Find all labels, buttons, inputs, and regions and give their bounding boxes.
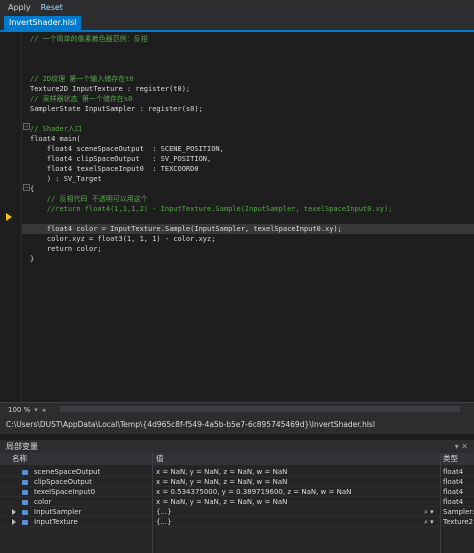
variable-value[interactable]: {...} [156, 517, 440, 527]
variable-name: sceneSpaceOutput [34, 468, 101, 476]
variable-type: float4 [443, 488, 464, 496]
code-area[interactable]: // 一个简单的像素着色器范例：反相 // 2D纹理 第一个输入储存在t0 Text… [22, 32, 474, 402]
locals-column-header: 名称 值 类型 [0, 453, 474, 465]
tab-invertshader[interactable]: InvertShader.hlsl [4, 16, 82, 30]
locals-row[interactable]: clipSpaceOutput x = NaN, y = NaN, z = NaN… [0, 477, 474, 487]
col-name[interactable]: 名称 [12, 453, 27, 465]
code-line[interactable] [22, 114, 30, 124]
apply-button[interactable]: Apply [8, 3, 31, 12]
variable-value[interactable]: x = NaN, y = NaN, z = NaN, w = NaN [156, 477, 440, 487]
variable-icon [22, 470, 28, 475]
variable-type: float4 [443, 498, 464, 506]
variable-name: InputSampler [34, 508, 82, 516]
code-line[interactable]: float4 texelSpaceInput0 : TEXCOORD0 [22, 164, 199, 174]
locals-panel-header: 局部变量 ▾ ✕ [0, 440, 474, 453]
code-line[interactable]: // 一个简单的像素着色器范例：反相 [22, 34, 148, 44]
variable-name: color [34, 498, 52, 506]
horizontal-scrollbar[interactable] [60, 406, 460, 412]
code-line[interactable] [22, 214, 30, 224]
code-line[interactable]: Texture2D InputTexture : register(t0); [22, 84, 190, 94]
variable-type: Sampler: [443, 508, 474, 516]
toolbar: Apply Reset [0, 0, 474, 14]
expand-arrow-icon[interactable] [12, 519, 16, 525]
zoom-level[interactable]: 100 % [8, 406, 30, 414]
variable-type: Texture2 [443, 518, 474, 526]
variable-value[interactable]: x = NaN, y = NaN, z = NaN, w = NaN [156, 497, 440, 507]
code-line[interactable]: { [22, 184, 34, 194]
current-line-arrow-icon [6, 213, 12, 221]
code-editor[interactable]: − − // 一个简单的像素着色器范例：反相// 2D纹理 第一个输入储存在t0… [0, 32, 474, 402]
col-type[interactable]: 类型 [443, 453, 458, 465]
panel-controls-icon[interactable]: ▾ ✕ [455, 440, 468, 453]
variable-icon [22, 480, 28, 485]
variable-name: clipSpaceOutput [34, 478, 92, 486]
tab-strip: InvertShader.hlsl [0, 14, 474, 32]
reset-button[interactable]: Reset [41, 3, 63, 12]
code-line[interactable]: ) : SV_Target [22, 174, 102, 184]
visualizer-icon[interactable]: ⌕ ▾ [424, 507, 434, 517]
code-line[interactable]: // Shader入口 [22, 124, 82, 134]
variable-icon [22, 510, 28, 515]
code-line[interactable]: float4 sceneSpaceOutput : SCENE_POSITION… [22, 144, 224, 154]
code-line[interactable]: float4 main( [22, 134, 81, 144]
code-line[interactable]: float4 clipSpaceOutput : SV_POSITION, [22, 154, 211, 164]
code-line[interactable]: // 2D纹理 第一个输入储存在t0 [22, 74, 134, 84]
locals-row[interactable]: InputSampler {...} ⌕ ▾ Sampler: [0, 507, 474, 517]
variable-value[interactable]: {...} [156, 507, 440, 517]
variable-type: float4 [443, 478, 464, 486]
chevron-down-icon[interactable]: ▾ [34, 406, 38, 414]
code-line[interactable]: // 采样器状态 第一个储存在s0 [22, 94, 132, 104]
code-line[interactable]: //return float4(1,1,1,2) - InputTexture.… [22, 204, 393, 214]
code-line[interactable]: // 反相代码 不透明可以用这个 [22, 194, 148, 204]
code-line[interactable] [22, 54, 30, 64]
locals-title: 局部变量 [6, 442, 38, 451]
code-line[interactable]: color.xyz = float3(1, 1, 1) - color.xyz; [22, 234, 216, 244]
col-value[interactable]: 值 [156, 453, 164, 465]
locals-row[interactable]: sceneSpaceOutput x = NaN, y = NaN, z = Na… [0, 467, 474, 477]
variable-value[interactable]: x = 0.534375000, y = 0.389719600, z = Na… [156, 487, 440, 497]
locals-row[interactable]: texelSpaceInput0 x = 0.534375000, y = 0.3… [0, 487, 474, 497]
locals-row[interactable]: color x = NaN, y = NaN, z = NaN, w = NaN f… [0, 497, 474, 507]
visualizer-icon[interactable]: ⌕ ▾ [424, 517, 434, 527]
editor-gutter[interactable] [0, 32, 22, 402]
expand-arrow-icon[interactable] [12, 509, 16, 515]
file-path: C:\Users\DUST\AppData\Local\Temp\{4d965c… [0, 416, 474, 434]
variable-icon [22, 490, 28, 495]
code-line[interactable]: SamplerState InputSampler : register(s0)… [22, 104, 203, 114]
locals-row[interactable]: InputTexture {...} ⌕ ▾ Texture2 [0, 517, 474, 527]
locals-table: 名称 值 类型 sceneSpaceOutput x = NaN, y = NaN… [0, 453, 474, 553]
variable-icon [22, 500, 28, 505]
variable-type: float4 [443, 468, 464, 476]
code-line[interactable]: return color; [22, 244, 102, 254]
variable-name: texelSpaceInput0 [34, 488, 96, 496]
scroll-left-icon[interactable]: ◂ [42, 406, 46, 414]
code-line[interactable]: } [22, 254, 34, 264]
code-line[interactable] [22, 44, 30, 54]
code-line[interactable]: float4 color = InputTexture.Sample(Input… [22, 224, 474, 234]
variable-icon [22, 520, 28, 525]
variable-name: InputTexture [34, 518, 78, 526]
variable-value[interactable]: x = NaN, y = NaN, z = NaN, w = NaN [156, 467, 440, 477]
